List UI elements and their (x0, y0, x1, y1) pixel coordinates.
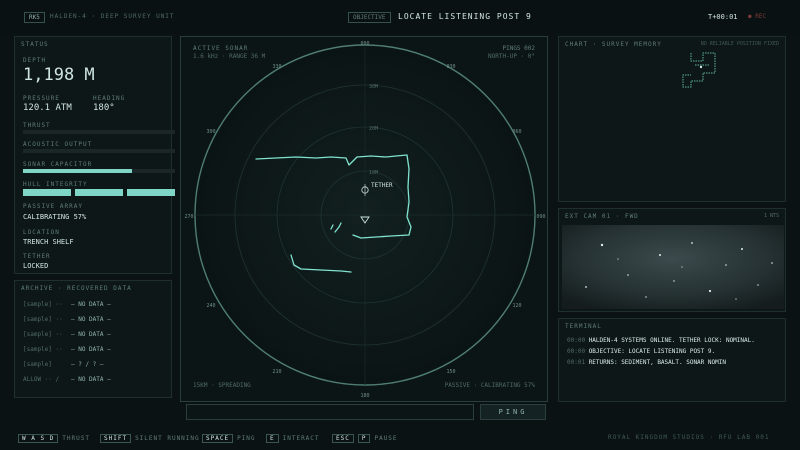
ping-button[interactable]: PING (480, 404, 546, 420)
archive-row[interactable]: [sample] ·· — NO DATA — (23, 331, 111, 338)
depth-value: 1,198 M (23, 65, 95, 85)
terminal-title: TERMINAL (565, 323, 602, 330)
unit-badge: RK5 (24, 12, 45, 23)
bearing-060: 060 (512, 129, 521, 135)
location-value: TRENCH SHELF (23, 238, 74, 246)
sonar-capacitor-fill (23, 169, 133, 173)
tether-tag: TETHER (371, 182, 393, 189)
studio-credit: ROYAL KINGDOM STUDIOS · RFO LAB 001 (608, 434, 770, 441)
status-panel: STATUS DEPTH 1,198 M PRESSURE 120.1 ATM … (14, 36, 175, 274)
top-bar: RK5 HALDEN-4 · DEEP SURVEY UNIT OBJECTIV… (0, 0, 800, 34)
bearing-300: 300 (206, 129, 215, 135)
heading-label: HEADING (93, 95, 126, 102)
hint-ping: SPACE PING (202, 434, 256, 443)
hint-interact: E INTERACT (266, 434, 320, 443)
bearing-270: 270 (184, 214, 193, 220)
bearing-330: 330 (272, 64, 281, 70)
hint-thrust: W A S D THRUST (18, 434, 90, 443)
acoustic-bar (23, 149, 175, 153)
command-input[interactable] (186, 404, 474, 420)
archive-title: ARCHIVE · RECOVERED DATA (21, 285, 132, 292)
hull-label: HULL INTEGRITY (23, 181, 88, 188)
objective-label: OBJECTIVE (348, 12, 391, 23)
bearing-120: 120 (512, 303, 521, 309)
archive-row[interactable]: [sample] ·· — NO DATA — (23, 301, 111, 308)
bearing-150: 150 (446, 369, 455, 375)
range-label-1: 10M (369, 170, 378, 176)
passive-label: PASSIVE ARRAY (23, 203, 83, 210)
hull-segment (23, 189, 71, 196)
bearing-030: 030 (446, 64, 455, 70)
status-title: STATUS (21, 41, 49, 48)
sonar-capacitor-bar (23, 169, 175, 173)
acoustic-label: ACOUSTIC OUTPUT (23, 141, 93, 148)
terminal-panel: TERMINAL 00:00 HALDEN-4 SYSTEMS ONLINE. … (558, 318, 786, 402)
pressure-label: PRESSURE (23, 95, 60, 102)
tether-value: LOCKED (23, 262, 49, 270)
thrust-bar (23, 130, 175, 134)
depth-label: DEPTH (23, 57, 47, 64)
hint-silent: SHIFT SILENT RUNNING (100, 434, 200, 443)
chart-panel: CHART · SURVEY MEMORY NO RELIABLE POSITI… (558, 36, 786, 202)
archive-row[interactable]: [sample] ·· — NO DATA — (23, 346, 111, 353)
hint-pause: ESC P PAUSE (332, 434, 398, 443)
chart-trace (682, 52, 716, 88)
thrust-label: THRUST (23, 122, 51, 129)
camera-feed (562, 225, 784, 309)
hull-segment (127, 189, 175, 196)
tether-label: TETHER (23, 253, 51, 260)
range-label-2: 20M (369, 126, 378, 132)
controls-footer: W A S D THRUST SHIFT SILENT RUNNING SPACE P… (0, 428, 800, 450)
mission-timer: T+00:01 (708, 13, 738, 21)
sonar-capacitor-label: SONAR CAPACITOR (23, 161, 93, 168)
vessel-name: HALDEN-4 · DEEP SURVEY UNIT (50, 13, 175, 20)
camera-title: EXT CAM 01 · FWD (565, 213, 639, 220)
archive-row[interactable]: ALLOW ·· / — NO DATA — (23, 376, 111, 383)
terminal-line: 00:01 RETURNS: SEDIMENT, BASALT. SONAR N… (567, 359, 726, 366)
archive-panel: ARCHIVE · RECOVERED DATA [sample] ·· — NO… (14, 280, 172, 398)
sonar-scope[interactable]: 000 030 060 090 120 150 180 210 240 270 … (181, 37, 549, 403)
bearing-000: 000 (360, 41, 369, 47)
sonar-panel: ACTIVE SONAR 1.6 kHz · RANGE 36 M PINGS … (180, 36, 548, 402)
heading-value: 180° (93, 103, 115, 113)
range-label-3: 30M (369, 84, 378, 90)
chart-map[interactable] (559, 37, 787, 203)
terminal-line: 00:00 OBJECTIVE: LOCATE LISTENING POST 9… (567, 348, 716, 355)
passive-value: CALIBRATING 57% (23, 213, 87, 221)
archive-row[interactable]: [sample] ·· — NO DATA — (23, 316, 111, 323)
hull-segment (75, 189, 123, 196)
chart-position-dot (699, 65, 703, 69)
bearing-210: 210 (272, 369, 281, 375)
rec-indicator: ● REC (748, 13, 767, 20)
bearing-180: 180 (360, 393, 369, 399)
bearing-090: 090 (536, 214, 545, 220)
objective-text: LOCATE LISTENING POST 9 (398, 12, 532, 21)
camera-tag: 1 NTS (763, 213, 779, 219)
archive-row[interactable]: [sample] — ? / ? — (23, 361, 104, 368)
pressure-value: 120.1 ATM (23, 103, 72, 113)
terminal-line: 00:00 HALDEN-4 SYSTEMS ONLINE. TETHER LO… (567, 337, 755, 344)
bearing-240: 240 (206, 303, 215, 309)
location-label: LOCATION (23, 229, 60, 236)
camera-panel: EXT CAM 01 · FWD 1 NTS (558, 208, 786, 312)
